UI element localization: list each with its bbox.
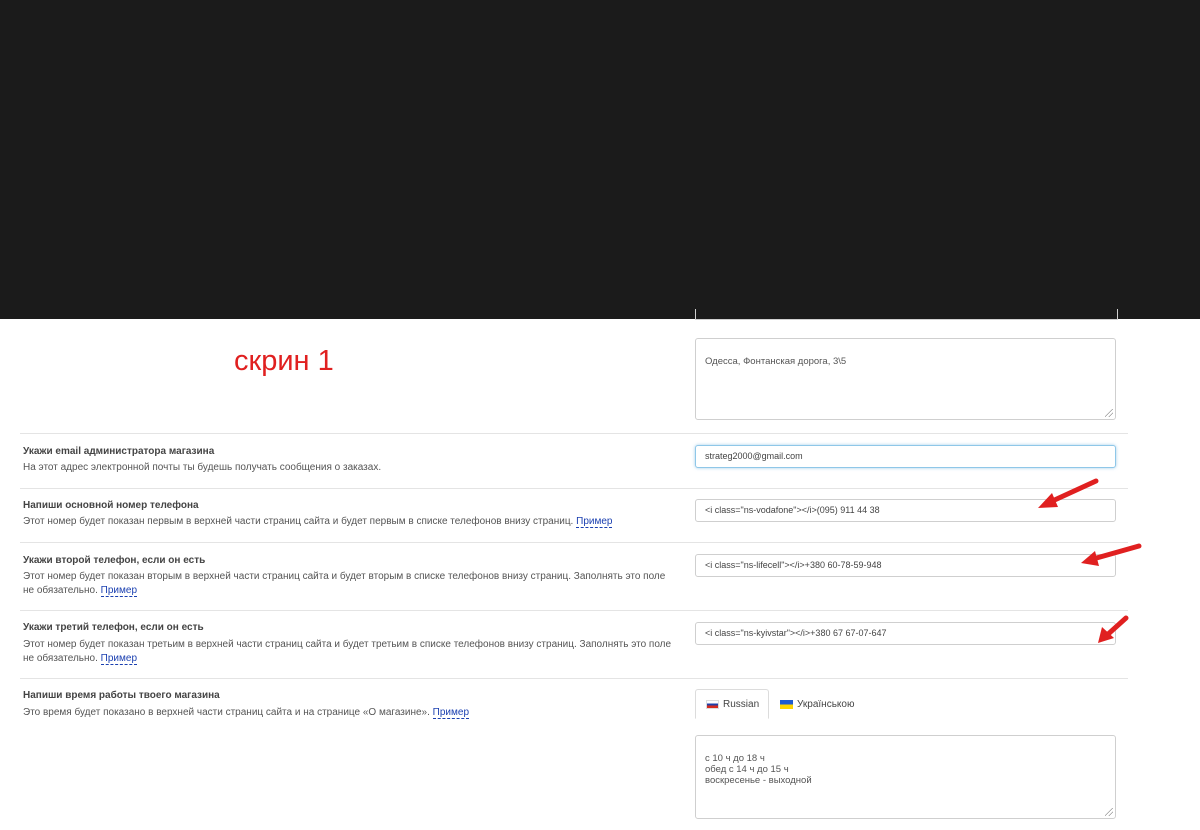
- hours-title: Напиши время работы твоего магазина: [23, 690, 220, 701]
- divider: [20, 542, 1128, 543]
- russia-flag-icon: [706, 699, 719, 709]
- phone1-title: Напиши основной номер телефона: [23, 500, 199, 511]
- divider: [20, 433, 1128, 434]
- hours-description-text: Это время будет показано в верхней части…: [23, 707, 430, 718]
- email-description: На этот адрес электронной почты ты будеш…: [23, 461, 673, 475]
- phone2-input[interactable]: <i class="ns-lifecell"></i>+380 60-78-59…: [695, 554, 1116, 577]
- divider: [20, 488, 1128, 489]
- resize-grip-icon[interactable]: [1105, 409, 1113, 417]
- ukraine-flag-icon: [780, 699, 793, 709]
- red-arrow-icon: [1081, 543, 1142, 566]
- hours-description: Это время будет показано в верхней части…: [23, 706, 673, 720]
- hours-example-link[interactable]: Пример: [432, 707, 470, 719]
- phone1-description: Этот номер будет показан первым в верхне…: [23, 515, 673, 529]
- tab-ukrainian-label: Українською: [797, 698, 855, 710]
- email-title: Укажи email администратора магазина: [23, 446, 215, 457]
- phone1-example-link[interactable]: Пример: [576, 516, 613, 528]
- phone2-description: Этот номер будет показан вторым в верхне…: [23, 570, 673, 598]
- hours-value: с 10 ч до 18 ч обед с 14 ч до 15 ч воскр…: [705, 753, 812, 786]
- phone3-description: Этот номер будет показан третьим в верхн…: [23, 638, 673, 666]
- tab-russian[interactable]: Russian: [695, 689, 769, 719]
- tab-ukrainian[interactable]: Українською: [770, 689, 870, 719]
- phone3-title: Укажи третий телефон, если он есть: [23, 622, 204, 633]
- email-description-text: На этот адрес электронной почты ты будеш…: [23, 462, 382, 473]
- divider: [20, 678, 1128, 679]
- cropped-text-fragment: [22, 309, 282, 319]
- email-value: strateg2000@gmail.com: [705, 451, 803, 461]
- annotation-label: скрин 1: [234, 345, 334, 377]
- phone1-value: <i class="ns-vodafone"></i>(095) 911 44 …: [705, 505, 880, 515]
- resize-grip-icon[interactable]: [1105, 808, 1113, 816]
- phone2-title: Укажи второй телефон, если он есть: [23, 555, 206, 566]
- dark-overlay: [0, 0, 1200, 319]
- cropped-field-fragment: [695, 309, 1118, 320]
- address-value: Одесса, Фонтанская дорога, 3\5: [705, 356, 847, 367]
- hours-textarea[interactable]: с 10 ч до 18 ч обед с 14 ч до 15 ч воскр…: [695, 735, 1116, 819]
- red-arrow-icon: [1038, 478, 1099, 508]
- phone2-value: <i class="ns-lifecell"></i>+380 60-78-59…: [705, 560, 882, 570]
- phone3-input[interactable]: <i class="ns-kyivstar"></i>+380 67 67-07…: [695, 622, 1116, 645]
- phone3-example-link[interactable]: Пример: [100, 653, 138, 665]
- divider: [20, 610, 1128, 611]
- red-arrow-icon: [1098, 615, 1129, 643]
- phone1-description-text: Этот номер будет показан первым в верхне…: [23, 516, 574, 527]
- email-input[interactable]: strateg2000@gmail.com: [695, 445, 1116, 468]
- address-textarea[interactable]: Одесса, Фонтанская дорога, 3\5: [695, 338, 1116, 420]
- phone3-value: <i class="ns-kyivstar"></i>+380 67 67-07…: [705, 628, 887, 638]
- tab-russian-label: Russian: [723, 698, 760, 710]
- phone2-example-link[interactable]: Пример: [100, 585, 138, 597]
